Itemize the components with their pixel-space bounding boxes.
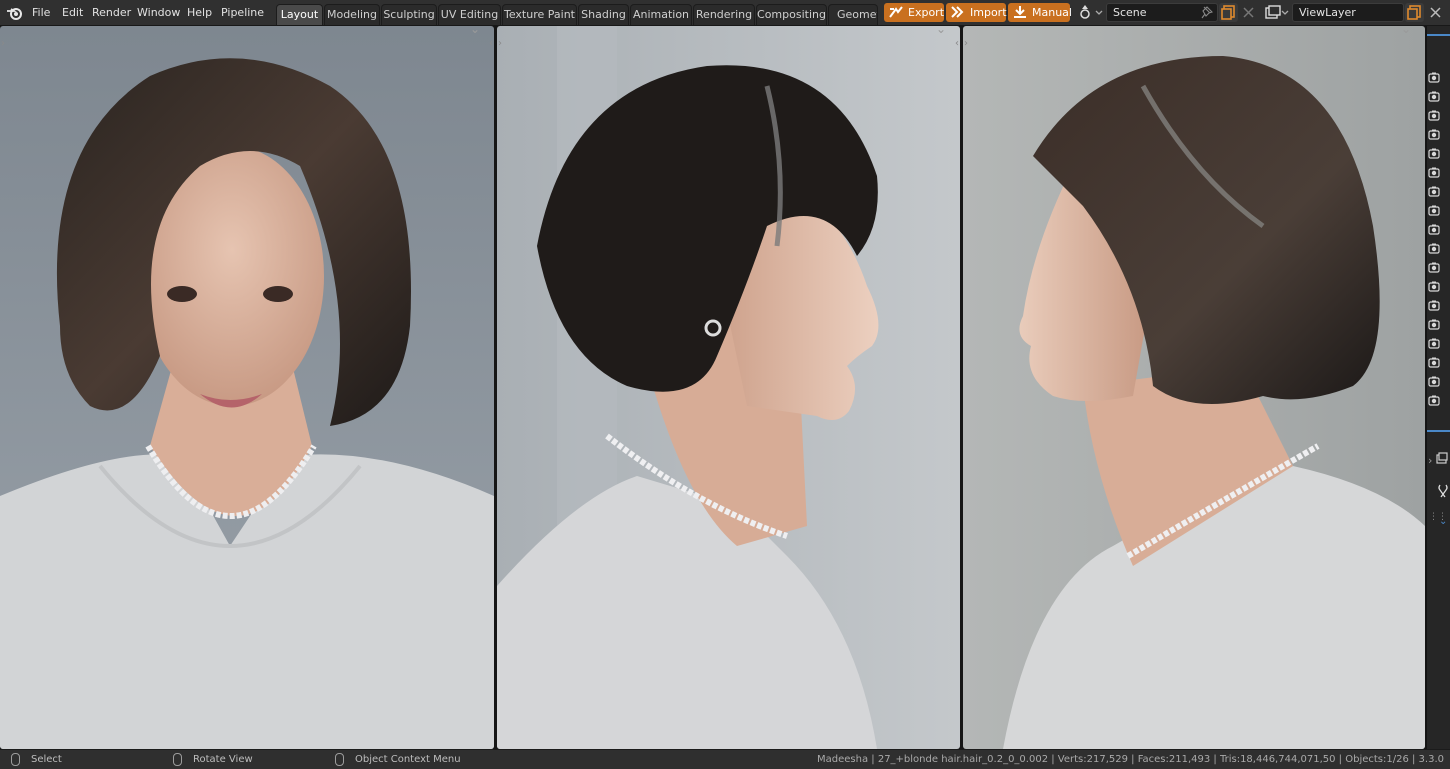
outliner-scroll-indicator [1427,34,1450,36]
scene-statistics: Madeesha | 27_+blonde hair.hair_0.2_0_0.… [817,754,1444,765]
tab-modeling[interactable]: Modeling [324,4,380,25]
camera-icon[interactable] [1428,167,1440,178]
menu-window[interactable]: Window [137,6,180,19]
header-collapse-icon[interactable]: ⌄ [936,26,946,36]
tab-layout[interactable]: Layout [276,4,323,25]
render-side-right-view [497,26,960,749]
tab-shading[interactable]: Shading [578,4,629,25]
sidebar-expand-icon[interactable]: ‹ [489,38,493,49]
export-button[interactable]: Export [884,3,944,22]
tab-geometry-nodes[interactable]: Geometr [828,4,878,25]
delete-view-layer-button[interactable] [1426,3,1445,22]
camera-icon[interactable] [1428,186,1440,197]
sidebar-expand-icon[interactable]: ‹ [955,38,959,49]
scene-name-field[interactable]: Scene [1106,3,1218,22]
camera-icon[interactable] [1428,148,1440,159]
manual-label: Manual [1032,6,1072,19]
view-layer-name: ViewLayer [1299,6,1356,19]
menu-help[interactable]: Help [187,6,212,19]
chevron-down-icon[interactable]: ⌄ [1439,516,1447,527]
download-icon [1014,6,1026,18]
mouse-middle-icon [173,753,182,766]
camera-icon[interactable] [1428,129,1440,140]
viewport-side-left[interactable]: ⌄ › [963,26,1425,749]
export-label: Export [908,6,945,19]
tab-sculpting[interactable]: Sculpting [381,4,437,25]
camera-icon[interactable] [1428,72,1440,83]
close-icon [1243,7,1254,18]
view-layer-icon [1265,5,1289,19]
tab-compositing[interactable]: Compositing [756,4,827,25]
import-label: Import [970,6,1007,19]
status-bar: Select Rotate View Object Context Menu M… [0,749,1450,769]
viewport-side-right[interactable]: ⌄ › ‹ [497,26,960,749]
camera-icon[interactable] [1428,281,1440,292]
tab-texture-paint[interactable]: Texture Paint [502,4,577,25]
viewport-area: ⌄ › ‹ ⌄ › ‹ ⌄ › [0,26,1426,749]
menu-render[interactable]: Render [92,6,131,19]
scene-icon [1080,5,1103,19]
render-side-left-view [963,26,1425,749]
menu-edit[interactable]: Edit [62,6,83,19]
tab-animation[interactable]: Animation [630,4,692,25]
toolbar-expand-icon[interactable]: › [498,38,502,49]
close-icon [1430,7,1441,18]
delete-scene-button[interactable] [1239,3,1258,22]
wrench-icon[interactable] [1437,484,1449,498]
header-collapse-icon[interactable]: ⌄ [1401,26,1411,36]
camera-icon[interactable] [1428,205,1440,216]
camera-icon[interactable] [1428,357,1440,368]
import-chevrons-icon [951,6,964,18]
mouse-left-icon [11,753,20,766]
camera-icon[interactable] [1428,319,1440,330]
camera-icon[interactable] [1428,262,1440,273]
import-button[interactable]: Import [946,3,1007,22]
camera-icon[interactable] [1428,243,1440,254]
new-view-layer-button[interactable] [1405,3,1424,22]
view-layer-name-field[interactable]: ViewLayer [1292,3,1404,22]
pin-icon[interactable] [1201,6,1213,19]
status-select: Select [31,754,62,765]
camera-icon[interactable] [1428,224,1440,235]
duplicate-icon [1405,3,1424,22]
blender-logo-icon[interactable] [6,5,24,21]
tab-rendering[interactable]: Rendering [693,4,755,25]
camera-icon[interactable] [1428,395,1440,406]
duplicate-icon [1219,3,1238,22]
scene-name: Scene [1113,6,1147,19]
toolbar-expand-icon[interactable]: › [1,38,5,49]
export-icon [889,6,903,18]
camera-icon[interactable] [1428,110,1440,121]
properties-divider [1427,430,1450,432]
outliner-edge-strip: › ⋮⋮ ⌄ [1426,26,1450,749]
menu-file[interactable]: File [32,6,50,19]
camera-icon[interactable] [1428,91,1440,102]
manual-button[interactable]: Manual [1008,3,1072,22]
camera-icon[interactable] [1428,300,1440,311]
toolbar-expand-icon[interactable]: › [964,38,968,49]
viewport-front[interactable]: ⌄ › ‹ [0,26,494,749]
render-front-view [0,26,494,749]
mouse-right-icon [335,753,344,766]
status-rotate-view: Rotate View [193,754,253,765]
top-bar: File Edit Render Window Help Pipeline La… [0,0,1450,26]
properties-tab-icon[interactable] [1436,452,1448,464]
scene-browse-button[interactable] [1078,3,1104,22]
new-scene-button[interactable] [1219,3,1238,22]
menu-pipeline[interactable]: Pipeline [221,6,264,19]
header-collapse-icon[interactable]: ⌄ [470,26,480,36]
camera-icon[interactable] [1428,376,1440,387]
properties-expand-icon[interactable]: › [1428,454,1432,467]
camera-icon[interactable] [1428,338,1440,349]
tab-uv-editing[interactable]: UV Editing [438,4,501,25]
status-context-menu: Object Context Menu [355,754,461,765]
view-layer-browse-button[interactable] [1264,3,1290,22]
